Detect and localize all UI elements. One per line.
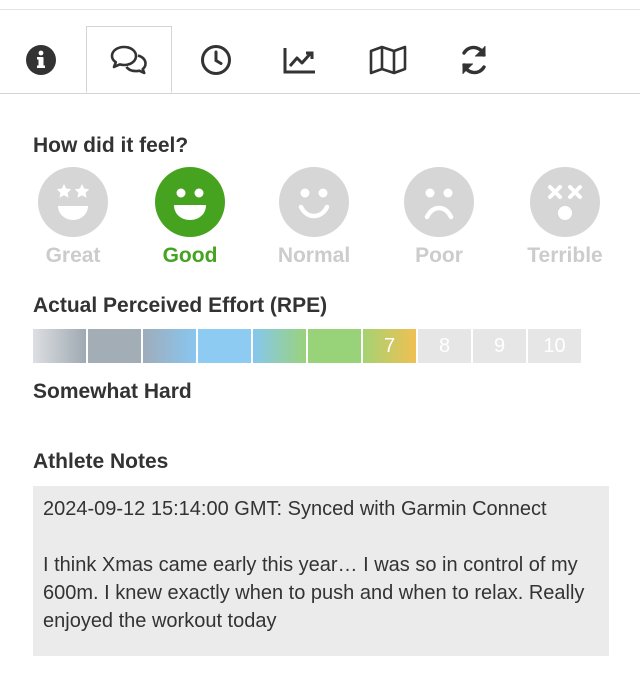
- feel-label: Normal: [277, 244, 351, 267]
- tab-bar: [0, 26, 640, 94]
- feel-option-normal[interactable]: Normal: [266, 167, 362, 268]
- rpe-cell-1[interactable]: [33, 329, 86, 363]
- rpe-title: Actual Perceived Effort (RPE): [33, 294, 328, 317]
- tab-comments[interactable]: [86, 26, 172, 93]
- tab-info[interactable]: [3, 26, 79, 93]
- clock-icon: [200, 44, 232, 76]
- rpe-cell-5[interactable]: [253, 329, 306, 363]
- rpe-cell-3[interactable]: [143, 329, 196, 363]
- rpe-cell-2[interactable]: [88, 329, 141, 363]
- tab-map[interactable]: [350, 26, 426, 93]
- feel-label: Terrible: [527, 244, 603, 267]
- info-icon: [25, 44, 57, 76]
- feel-label: Poor: [415, 244, 463, 267]
- feel-title: How did it feel?: [33, 134, 189, 157]
- dizzy-face-icon: [530, 167, 600, 237]
- rpe-cell-4[interactable]: [198, 329, 251, 363]
- star-eyes-face-icon: [38, 167, 108, 237]
- map-icon: [369, 45, 407, 75]
- feel-option-good[interactable]: Good: [142, 167, 238, 268]
- rpe-cell-9[interactable]: 9: [473, 329, 526, 363]
- comments-icon: [110, 44, 148, 76]
- athlete-notes-text[interactable]: 2024-09-12 15:14:00 GMT: Synced with Gar…: [33, 486, 609, 656]
- smile-face-icon: [279, 167, 349, 237]
- sync-icon: [457, 43, 491, 77]
- feel-label: Great: [45, 244, 101, 267]
- feel-label: Good: [162, 244, 218, 267]
- tab-charts[interactable]: [262, 26, 338, 93]
- rpe-cell-10[interactable]: 10: [528, 329, 581, 363]
- feel-option-poor[interactable]: Poor: [391, 167, 487, 268]
- tab-sync[interactable]: [436, 26, 512, 93]
- tab-bar-border: [0, 93, 640, 94]
- top-divider: [0, 9, 640, 10]
- rpe-value-label: Somewhat Hard: [33, 380, 192, 403]
- notes-title: Athlete Notes: [33, 450, 169, 473]
- big-smile-face-icon: [155, 167, 225, 237]
- feel-option-terrible[interactable]: Terrible: [517, 167, 613, 268]
- rpe-cell-8[interactable]: 8: [418, 329, 471, 363]
- tab-history[interactable]: [178, 26, 254, 93]
- chart-icon: [283, 45, 317, 75]
- rpe-cell-7[interactable]: 7: [363, 329, 416, 363]
- frown-face-icon: [404, 167, 474, 237]
- feel-option-great[interactable]: Great: [25, 167, 121, 268]
- rpe-cell-6[interactable]: [308, 329, 361, 363]
- rpe-scale: 7 8 9 10: [33, 329, 581, 363]
